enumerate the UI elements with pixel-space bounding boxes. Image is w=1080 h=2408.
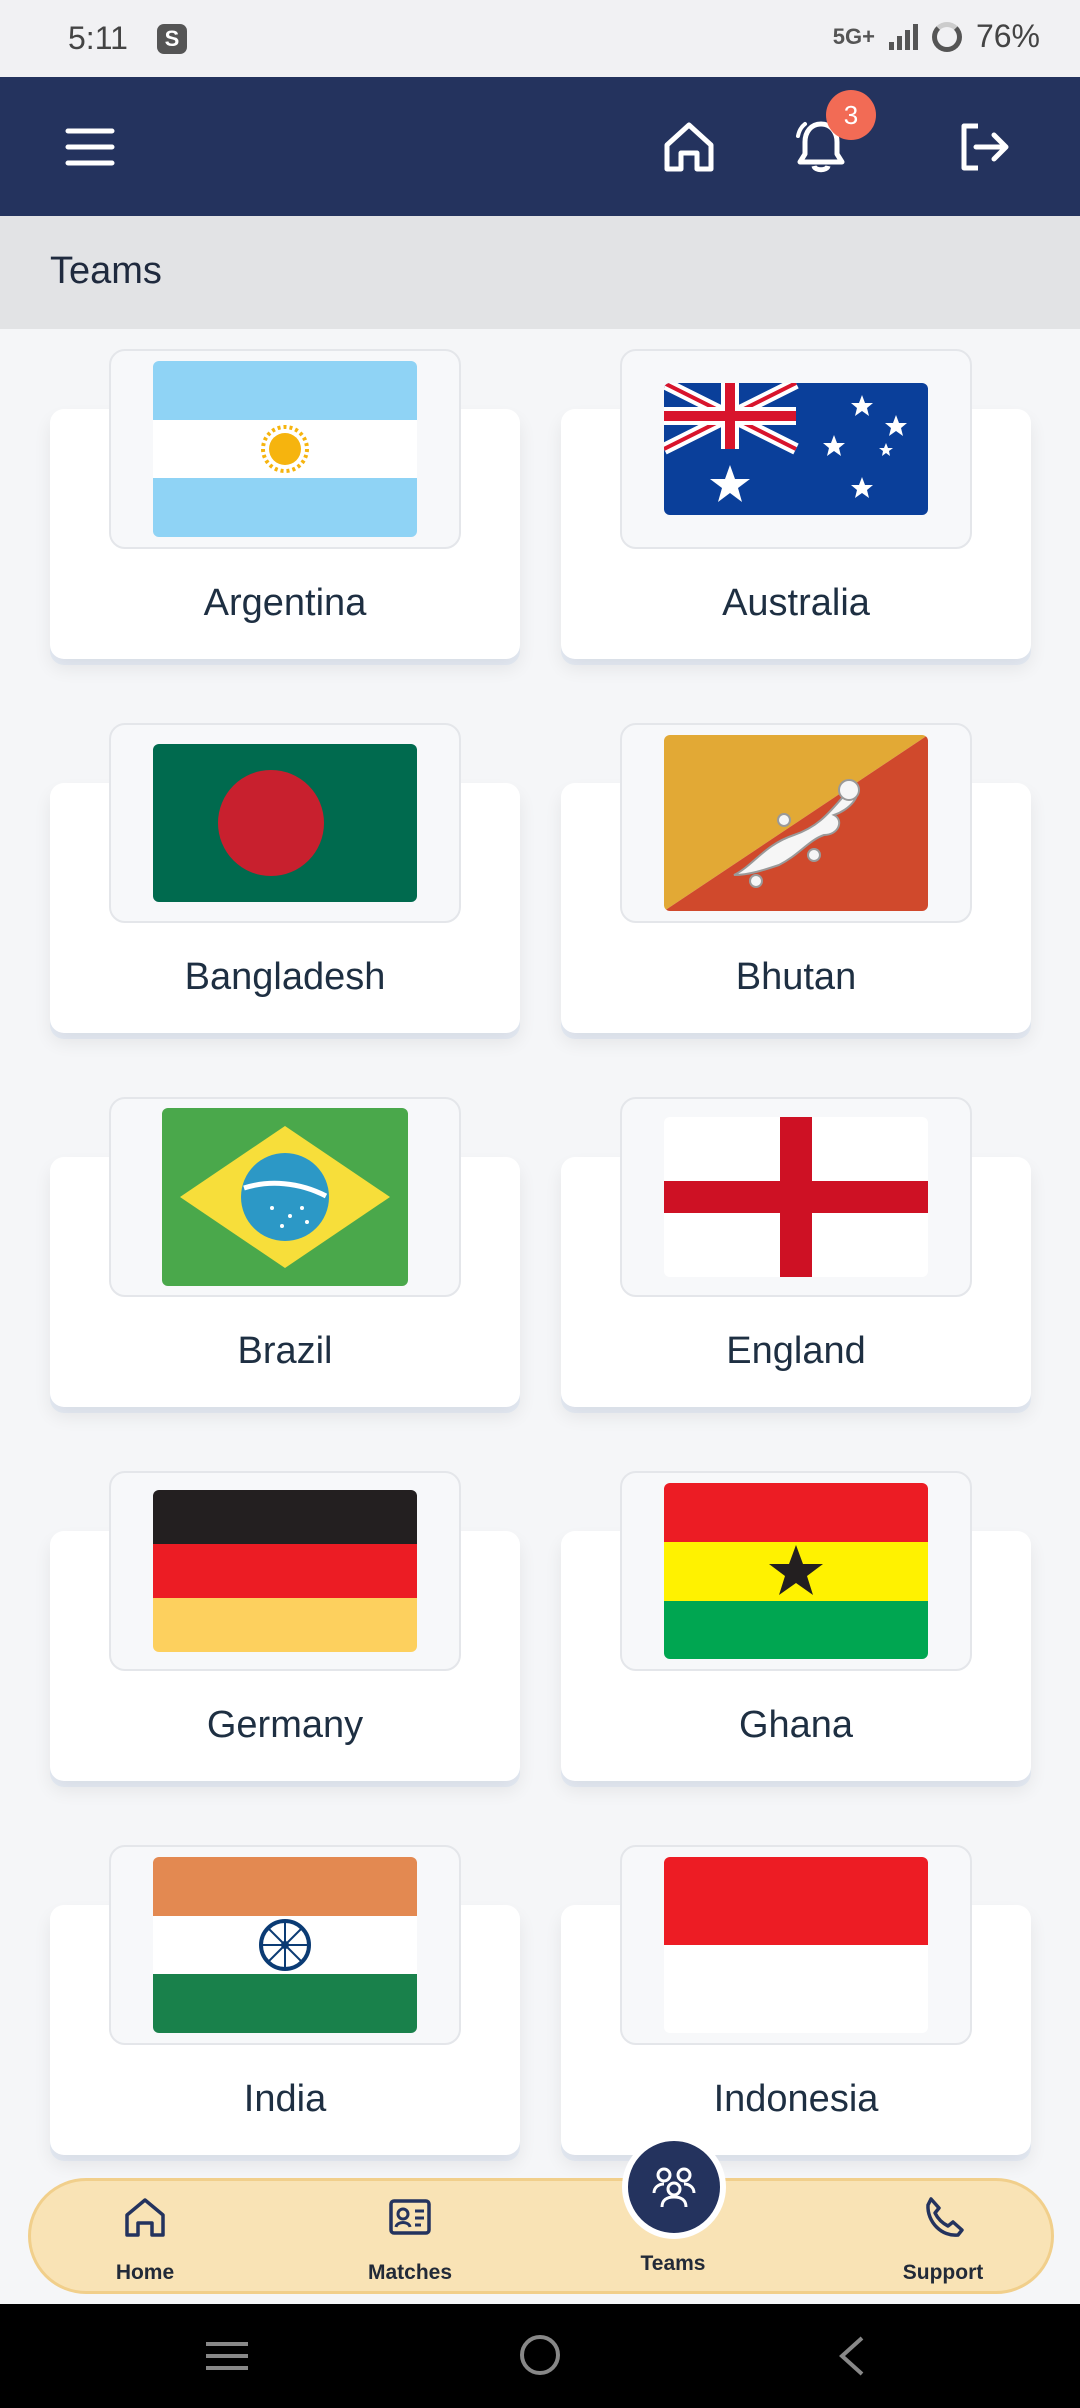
- people-icon: [652, 2167, 696, 2208]
- nav-label: Support: [902, 2261, 984, 2284]
- status-bar: 5:11 S 5G+ 76%: [0, 0, 1080, 77]
- team-name: England: [726, 1330, 866, 1372]
- team-name: Bangladesh: [184, 956, 386, 998]
- status-app-icon: S: [157, 24, 187, 54]
- id-card-icon: [389, 2199, 431, 2235]
- team-flag-box[interactable]: [109, 349, 461, 549]
- team-name: Germany: [206, 1704, 364, 1746]
- phone-icon: [926, 2197, 964, 2237]
- team-flag-box[interactable]: [109, 1097, 461, 1297]
- app-bar: [0, 77, 1080, 216]
- logout-icon[interactable]: [950, 114, 1016, 180]
- nav-support[interactable]: Support: [843, 2181, 1043, 2297]
- nav-teams-button[interactable]: [622, 2135, 726, 2239]
- ghana-flag-icon: [664, 1483, 928, 1659]
- australia-flag-icon: [664, 383, 928, 515]
- nav-label: Home: [115, 2261, 175, 2284]
- bottom-nav: Home Matches Support: [28, 2178, 1054, 2294]
- battery-icon: [931, 21, 962, 52]
- india-flag-icon: [153, 1857, 417, 2033]
- team-name: Ghana: [738, 1704, 854, 1746]
- system-nav-bar: [0, 2304, 1080, 2408]
- germany-flag-icon: [153, 1490, 417, 1652]
- bhutan-flag-icon: [664, 735, 928, 911]
- england-flag-icon: [664, 1117, 928, 1277]
- team-flag-box[interactable]: [109, 723, 461, 923]
- menu-icon[interactable]: [57, 114, 123, 180]
- nav-home[interactable]: Home: [45, 2181, 245, 2297]
- nav-matches[interactable]: Matches: [310, 2181, 510, 2297]
- battery-level: 76%: [975, 18, 1040, 54]
- back-icon[interactable]: [836, 2335, 866, 2377]
- team-name: Brazil: [237, 1330, 333, 1372]
- team-flag-box[interactable]: [620, 1471, 972, 1671]
- signal-icon: [888, 23, 918, 50]
- team-name: Bhutan: [735, 956, 857, 998]
- team-flag-box[interactable]: [620, 1845, 972, 2045]
- argentina-flag-icon: [153, 361, 417, 537]
- team-flag-box[interactable]: [620, 723, 972, 923]
- team-name: Australia: [722, 582, 870, 624]
- network-indicator: 5G+: [832, 23, 875, 49]
- system-home-icon[interactable]: [518, 2333, 562, 2377]
- notification-badge: 3: [826, 90, 876, 140]
- nav-label-teams: Teams: [640, 2252, 706, 2275]
- home-icon[interactable]: [656, 114, 722, 180]
- nav-label: Matches: [367, 2261, 453, 2284]
- team-flag-box[interactable]: [109, 1845, 461, 2045]
- team-flag-box[interactable]: [620, 1097, 972, 1297]
- teams-grid: Argentina Australia Bangladesh Bhutan Br…: [0, 329, 1080, 2229]
- team-flag-box[interactable]: [620, 349, 972, 549]
- team-flag-box[interactable]: [109, 1471, 461, 1671]
- home-icon: [125, 2198, 165, 2237]
- team-name: Indonesia: [713, 2078, 879, 2120]
- section-header: Teams: [0, 216, 1080, 329]
- team-name: India: [243, 2078, 327, 2120]
- team-name: Argentina: [203, 582, 367, 624]
- status-time: 5:11: [68, 20, 128, 56]
- brazil-flag-icon: [162, 1108, 408, 1286]
- recent-apps-icon[interactable]: [204, 2340, 250, 2372]
- page-title: Teams: [50, 250, 162, 292]
- bangladesh-flag-icon: [153, 744, 417, 902]
- status-right: 5G+ 76%: [833, 18, 1040, 55]
- indonesia-flag-icon: [664, 1857, 928, 2033]
